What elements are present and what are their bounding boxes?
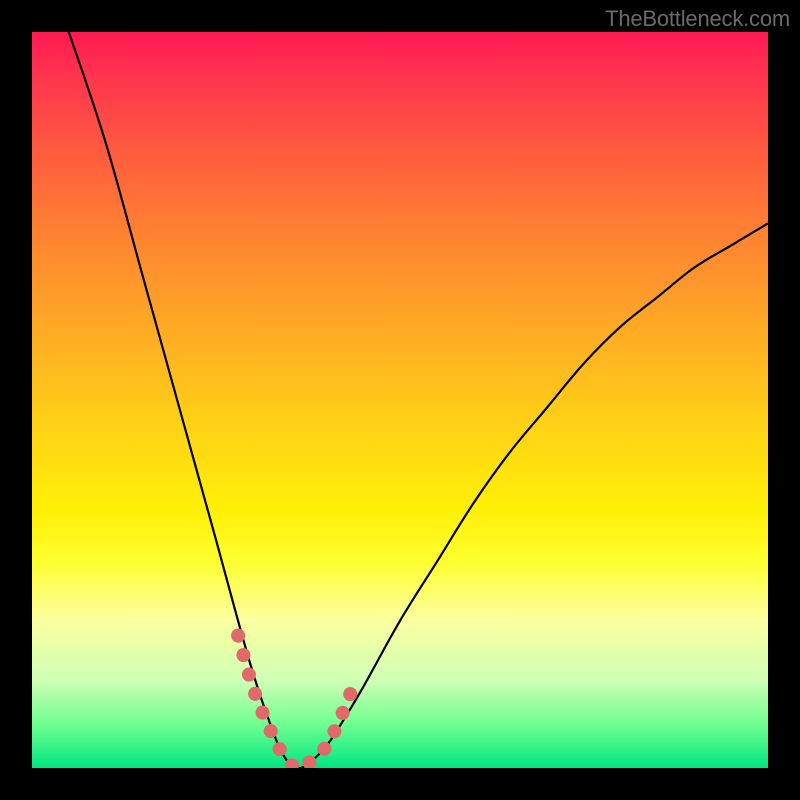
watermark-text: TheBottleneck.com — [605, 6, 790, 32]
plot-area — [32, 32, 768, 768]
recommended-range-highlight — [238, 636, 356, 768]
curve-svg — [32, 32, 768, 768]
bottleneck-curve — [69, 32, 768, 768]
chart-container: TheBottleneck.com — [0, 0, 800, 800]
